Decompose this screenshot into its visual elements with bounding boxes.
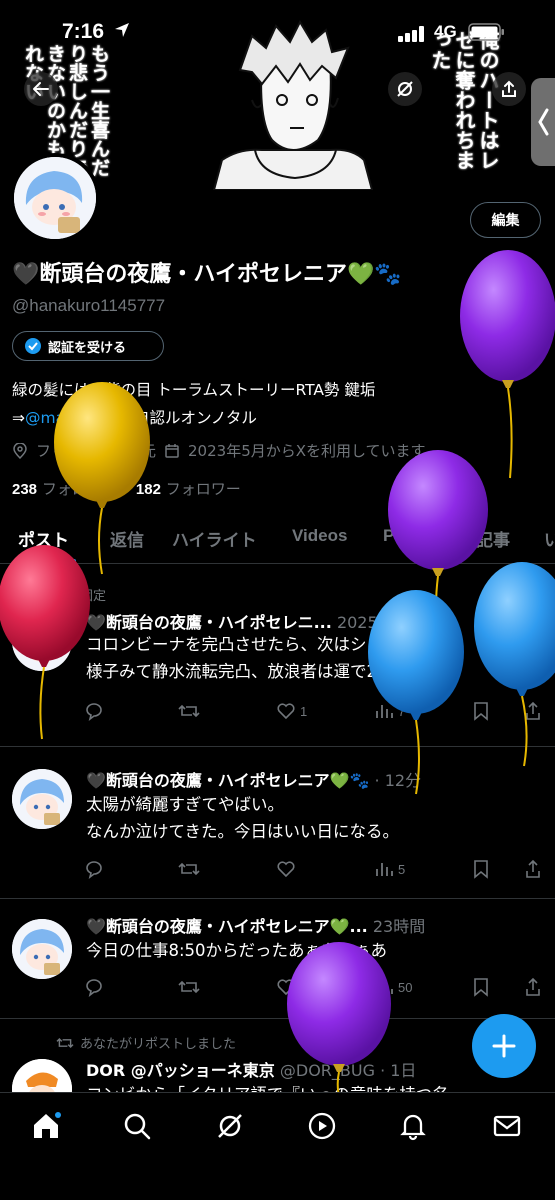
bio-arrow: ⇒ bbox=[12, 409, 25, 427]
bookmark-icon bbox=[474, 978, 488, 997]
blue-balloon bbox=[474, 562, 555, 767]
repost-icon bbox=[178, 862, 200, 876]
view-count: 5 bbox=[398, 861, 406, 877]
tab-highlights[interactable]: ハイライト bbox=[172, 526, 257, 551]
share-icon bbox=[526, 859, 540, 878]
blue-balloon bbox=[368, 590, 464, 795]
avatar-illustration bbox=[14, 157, 96, 239]
chevron-left-icon bbox=[538, 108, 549, 136]
post-author-name[interactable]: DOR @パッショーネ東京 bbox=[86, 1061, 275, 1080]
signal-icon bbox=[398, 26, 424, 42]
grok-icon bbox=[397, 81, 413, 97]
share-post-button[interactable] bbox=[524, 859, 542, 879]
heart-icon bbox=[277, 703, 295, 720]
network-type: 4G bbox=[434, 22, 457, 41]
grok-button[interactable] bbox=[388, 72, 422, 106]
reply-icon bbox=[86, 979, 102, 997]
side-panel-handle[interactable] bbox=[531, 78, 555, 166]
plus-icon bbox=[492, 1034, 516, 1058]
location-arrow-icon bbox=[115, 23, 129, 37]
post-author-name[interactable]: 🖤断頭台の夜鷹・ハイポセレニア💚🐾 bbox=[86, 771, 369, 790]
heart-icon bbox=[277, 861, 295, 878]
bookmark-icon bbox=[474, 860, 488, 879]
post-time: 23時間 bbox=[372, 917, 426, 936]
location-pin-icon bbox=[13, 442, 27, 459]
share-icon bbox=[526, 977, 540, 996]
post-header: 🖤断頭台の夜鷹・ハイポセレニア💚... 23時間 bbox=[86, 913, 425, 937]
messages-icon[interactable] bbox=[492, 1111, 522, 1141]
calendar-icon bbox=[165, 443, 179, 458]
notifications-icon[interactable] bbox=[398, 1111, 428, 1141]
repost-icon bbox=[178, 704, 200, 718]
repost-button[interactable] bbox=[178, 977, 200, 997]
post-item[interactable]: 🖤断頭台の夜鷹・ハイポセレニア💚🐾 · 12分 太陽が綺麗すぎてやばい。 なんか… bbox=[0, 747, 555, 899]
views-button[interactable]: 5 bbox=[374, 859, 405, 879]
share-button[interactable] bbox=[492, 72, 526, 106]
post-avatar[interactable] bbox=[12, 919, 72, 979]
edit-profile-button[interactable]: 編集 bbox=[470, 202, 541, 238]
purple-balloon bbox=[287, 942, 391, 1100]
search-icon[interactable] bbox=[122, 1111, 152, 1141]
repost-icon bbox=[178, 980, 200, 994]
reply-icon bbox=[86, 861, 102, 879]
post-item[interactable]: 🖤断頭台の夜鷹・ハイポセレニア💚... 23時間 今日の仕事8:50からだったあ… bbox=[0, 899, 555, 1019]
share-post-button[interactable] bbox=[524, 977, 542, 997]
avatar-illustration bbox=[12, 769, 72, 829]
reply-button[interactable] bbox=[84, 859, 104, 879]
repost-label-row: あなたがリポストしました bbox=[56, 1033, 236, 1052]
repost-icon bbox=[56, 1037, 74, 1048]
view-count: 50 bbox=[398, 979, 413, 995]
tab-videos[interactable]: Videos bbox=[292, 526, 347, 546]
post-item[interactable]: あなたがリポストしました DOR @パッショーネ東京 @DOR_BUG · 1日… bbox=[0, 1019, 555, 1119]
get-verified-label: 認証を受ける bbox=[48, 340, 127, 356]
arrow-left-icon bbox=[33, 82, 49, 96]
tab-likes[interactable]: い bbox=[544, 526, 555, 551]
profile-handle: @hanakuro1145777 bbox=[12, 296, 166, 315]
status-time: 7:16 bbox=[62, 20, 105, 43]
red-balloon bbox=[0, 545, 90, 740]
avatar-illustration bbox=[12, 919, 72, 979]
purple-balloon bbox=[460, 250, 555, 479]
home-icon[interactable] bbox=[31, 1111, 61, 1141]
post-actions: 5 bbox=[84, 859, 544, 883]
share-icon bbox=[502, 80, 516, 97]
like-button[interactable]: 1 bbox=[276, 701, 307, 721]
compose-post-button[interactable] bbox=[472, 1014, 536, 1078]
like-button[interactable] bbox=[276, 859, 296, 879]
post-text: 太陽が綺麗すぎてやばい。 なんか泣けてきた。今日はいい日になる。 bbox=[86, 791, 399, 845]
post-text-line: 太陽が綺麗すぎてやばい。 bbox=[86, 795, 284, 814]
repost-label: あなたがリポストしました bbox=[80, 1037, 237, 1052]
reply-button[interactable] bbox=[84, 977, 104, 997]
bottom-navigation bbox=[0, 1092, 555, 1200]
views-icon bbox=[376, 863, 393, 876]
profile-name: 🖤断頭台の夜鷹・ハイポセレニア💚🐾 bbox=[12, 262, 402, 287]
post-author-name[interactable]: 🖤断頭台の夜鷹・ハイポセレニア💚... bbox=[86, 917, 368, 936]
bookmark-button[interactable] bbox=[472, 977, 490, 997]
get-verified-button[interactable]: 認証を受ける bbox=[12, 331, 164, 361]
repost-button[interactable] bbox=[178, 859, 200, 879]
bookmark-button[interactable] bbox=[472, 859, 490, 879]
verified-badge-icon bbox=[25, 338, 41, 354]
post-avatar[interactable] bbox=[12, 769, 72, 829]
post-author-name[interactable]: 🖤断頭台の夜鷹・ハイポセレニ... bbox=[86, 613, 332, 632]
video-icon[interactable] bbox=[307, 1111, 337, 1141]
following-count: 238 bbox=[12, 481, 38, 498]
grok-icon[interactable] bbox=[215, 1111, 245, 1141]
battery-icon bbox=[468, 23, 504, 41]
like-count: 1 bbox=[300, 703, 308, 719]
repost-button[interactable] bbox=[178, 701, 200, 721]
post-text-line: なんか泣けてきた。今日はいい日になる。 bbox=[86, 822, 400, 841]
followers-label: フォロワー bbox=[165, 480, 241, 498]
profile-avatar[interactable] bbox=[10, 153, 100, 243]
status-bar: 7:16 4G bbox=[0, 0, 555, 60]
back-button[interactable] bbox=[24, 72, 58, 106]
